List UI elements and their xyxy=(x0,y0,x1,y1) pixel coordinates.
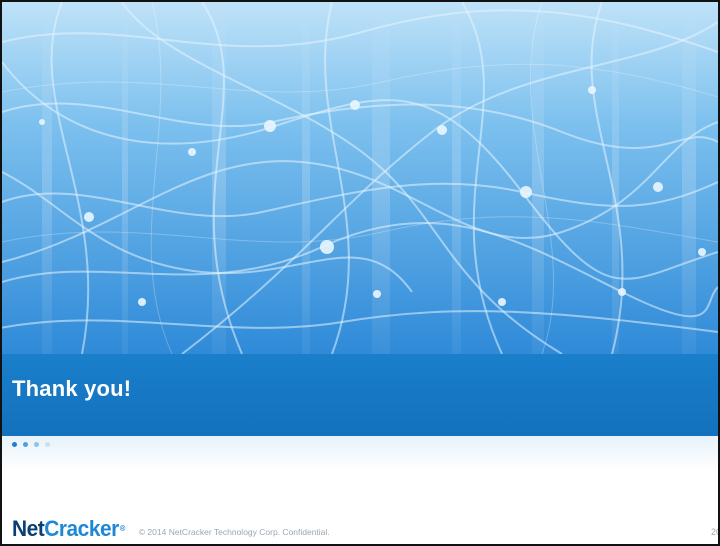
progress-dot xyxy=(23,442,28,447)
slide-title: Thank you! xyxy=(12,376,132,401)
page-number: 20 xyxy=(710,527,720,537)
logo-registered-mark: ® xyxy=(119,524,126,533)
progress-dots xyxy=(12,442,50,447)
slide: Thank you! NetCracker® © 2014 NetCracker… xyxy=(0,0,720,546)
logo-net: Net xyxy=(12,516,45,541)
copyright-text: © 2014 NetCracker Technology Corp. Confi… xyxy=(138,527,330,537)
progress-dot xyxy=(45,442,50,447)
network-background-image xyxy=(2,2,718,354)
progress-dot xyxy=(12,442,17,447)
netcracker-logo: NetCracker® xyxy=(12,518,125,540)
progress-dot xyxy=(34,442,39,447)
footer: NetCracker® © 2014 NetCracker Technology… xyxy=(12,518,330,540)
title-subband xyxy=(2,436,718,472)
logo-cracker: Cracker xyxy=(44,516,119,541)
title-band: Thank you! xyxy=(2,354,718,436)
